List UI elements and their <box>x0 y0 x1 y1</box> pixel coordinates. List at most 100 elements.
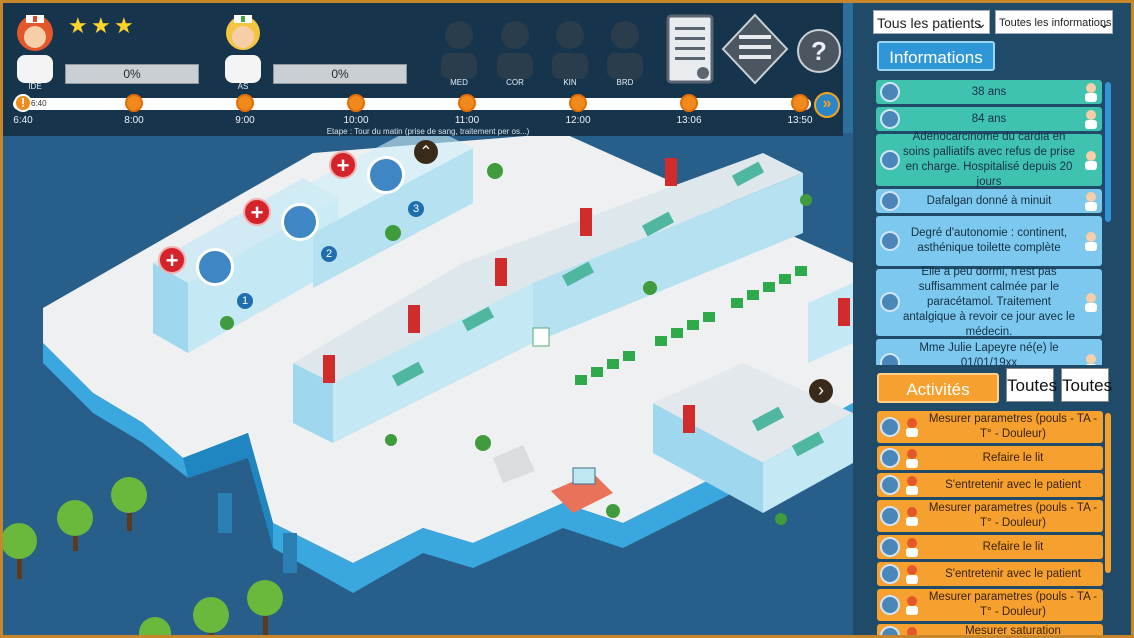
activity-item[interactable]: S'entretenir avec le patient <box>877 473 1103 497</box>
nurse-icon <box>1084 292 1098 312</box>
tab-activites[interactable]: Activités <box>877 373 999 403</box>
consultant-med[interactable]: MED <box>433 13 485 87</box>
patient-filter-value: Tous les patients <box>877 15 982 31</box>
patient-marker-2[interactable] <box>281 203 319 241</box>
activities-list[interactable]: Mesurer parametres (pouls - TA - T° - Do… <box>877 409 1113 635</box>
room-number-badge: 1 <box>237 293 253 309</box>
nurse-icon <box>1084 82 1098 102</box>
consultant-kin[interactable]: KIN <box>544 13 596 87</box>
patient-marker-3[interactable] <box>367 156 405 194</box>
star-icon: ★ <box>91 13 111 38</box>
info-item[interactable]: Degré d'autonomie : continent, asthéniqu… <box>876 216 1102 266</box>
consultant-code: COR <box>506 78 524 87</box>
timeline-tick: 11:00 <box>454 115 480 126</box>
patient-avatar-icon <box>880 292 900 312</box>
timeline-tick: 6:40 <box>13 115 33 126</box>
add-care-icon[interactable]: + <box>243 198 271 226</box>
timeline-tick: 9:00 <box>235 115 255 126</box>
scroll-right-button[interactable]: › <box>809 379 833 403</box>
nurse-icon <box>905 564 919 584</box>
activity-item[interactable]: Mesurer saturation <box>877 624 1103 635</box>
info-filter-select[interactable]: Toutes les informations ⌄ <box>995 10 1113 34</box>
nurse-icon <box>905 475 919 495</box>
patient-filter-select[interactable]: Tous les patients ⌄ <box>873 10 990 34</box>
activity-item[interactable]: Mesurer parametres (pouls - TA - T° - Do… <box>877 500 1103 532</box>
activities-scrollbar[interactable] <box>1105 413 1111 573</box>
timeline-tick: 12:00 <box>565 115 591 126</box>
doctor-silhouette-icon <box>441 21 477 79</box>
game-window: + + + 1 2 3 ⌃ › IDE ★ ★ ★ 0% AS 0% MED C… <box>3 3 1131 635</box>
nurse-icon <box>1084 353 1098 365</box>
info-list[interactable]: 38 ans 84 ans Adénocarcinome du cardia e… <box>876 78 1113 365</box>
checklist-button[interactable] <box>665 13 715 90</box>
nurse-assistant-icon <box>225 15 261 83</box>
task-list-button[interactable] <box>721 13 789 90</box>
activities-filter-button[interactable]: Toutes <box>1061 368 1112 402</box>
nurse-icon <box>905 595 919 615</box>
activity-item[interactable]: Refaire le lit <box>877 446 1103 470</box>
info-filter-value: Toutes les informations <box>999 17 1112 29</box>
add-care-icon[interactable]: + <box>158 246 186 274</box>
timeline-milestone[interactable] <box>125 94 143 112</box>
add-care-icon[interactable]: + <box>329 151 357 179</box>
patient-avatar-icon <box>880 417 900 437</box>
timeline-milestone[interactable] <box>347 94 365 112</box>
chevron-down-icon: ⌄ <box>1098 15 1110 31</box>
room-number-badge: 3 <box>408 201 424 217</box>
current-time-marker: ! <box>14 94 32 112</box>
as-progress-bar: 0% <box>273 64 407 84</box>
activity-item[interactable]: S'entretenir avec le patient <box>877 562 1103 586</box>
patient-avatar-icon <box>880 506 900 526</box>
checklist-icon <box>666 14 714 84</box>
timeline-milestone[interactable] <box>791 94 809 112</box>
star-icon: ★ <box>68 13 88 38</box>
nurse-icon <box>1084 109 1098 129</box>
info-item[interactable]: Dafalgan donné à minuit <box>876 189 1102 213</box>
info-item[interactable]: 84 ans <box>876 107 1102 131</box>
tab-informations[interactable]: Informations <box>877 41 995 71</box>
patient-avatar-icon <box>880 475 900 495</box>
nurse-icon <box>905 417 919 437</box>
activity-item[interactable]: Mesurer parametres (pouls - TA - T° - Do… <box>877 411 1103 443</box>
nurse-icon <box>1084 231 1098 251</box>
help-icon[interactable]: ? <box>797 29 841 73</box>
timeline-milestone[interactable] <box>569 94 587 112</box>
stage-label: Etape : Tour du matin (prise de sang, tr… <box>326 127 530 136</box>
nurse-ide-avatar[interactable]: IDE <box>9 7 61 91</box>
activity-item[interactable]: Mesurer parametres (pouls - TA - T° - Do… <box>877 589 1103 621</box>
patient-avatar-icon <box>880 191 900 211</box>
patient-avatar-icon <box>880 82 900 102</box>
current-time-label: 6:40 <box>31 99 47 108</box>
nurse-icon <box>17 15 53 83</box>
info-item[interactable]: Elle a peu dormi, n'est pas suffisamment… <box>876 266 1102 338</box>
patient-avatar-icon <box>880 448 900 468</box>
activities-filter-button[interactable]: Toutes <box>1006 368 1057 402</box>
patient-avatar-icon <box>880 595 900 615</box>
nurse-icon <box>905 448 919 468</box>
patient-avatar-icon <box>880 150 900 170</box>
fast-forward-button[interactable]: » <box>814 92 840 118</box>
scroll-up-button[interactable]: ⌃ <box>414 140 438 164</box>
info-scrollbar[interactable] <box>1105 82 1111 222</box>
nurse-as-avatar[interactable]: AS <box>217 7 269 91</box>
nurse-icon <box>1084 150 1098 170</box>
person-silhouette-icon <box>607 21 643 79</box>
patient-avatar-icon <box>880 353 900 365</box>
nurse-icon <box>905 506 919 526</box>
nurse-icon <box>1084 191 1098 211</box>
patient-avatar-icon <box>880 564 900 584</box>
ide-progress-bar: 0% <box>65 64 199 84</box>
timeline-milestone[interactable] <box>680 94 698 112</box>
info-item[interactable]: Mme Julie Lapeyre né(e) le 01/01/19xx <box>876 339 1102 365</box>
timeline-milestone[interactable] <box>458 94 476 112</box>
patient-marker-1[interactable] <box>196 248 234 286</box>
timeline-milestone[interactable] <box>236 94 254 112</box>
info-item[interactable]: Adénocarcinome du cardia en soins pallia… <box>876 131 1102 188</box>
activity-item[interactable]: Refaire le lit <box>877 535 1103 559</box>
consultant-cor[interactable]: COR <box>489 13 541 87</box>
patient-avatar-icon <box>880 231 900 251</box>
timeline-tick: 13:50 <box>787 115 813 126</box>
info-item[interactable]: 38 ans <box>876 80 1102 104</box>
consultant-brd[interactable]: BRD <box>599 13 651 87</box>
timeline-tick: 13:06 <box>676 115 702 126</box>
